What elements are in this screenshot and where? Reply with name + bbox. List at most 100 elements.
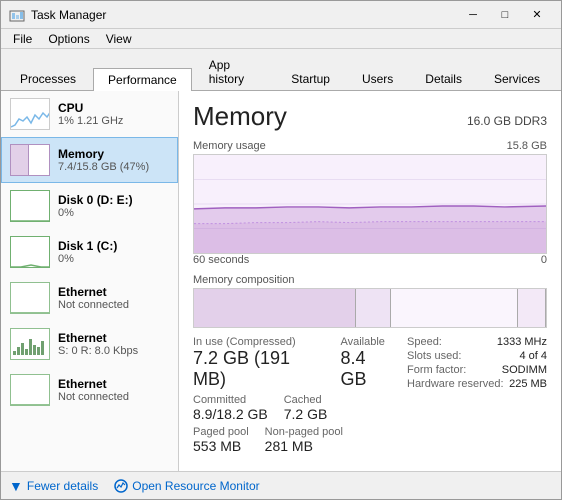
eth-bar <box>41 341 44 355</box>
ethernet2-info: Ethernet S: 0 R: 8.0 Kbps <box>58 331 169 357</box>
menu-file[interactable]: File <box>5 31 40 47</box>
sidebar-item-ethernet2[interactable]: Ethernet S: 0 R: 8.0 Kbps <box>1 321 178 367</box>
stats-area: In use (Compressed) 7.2 GB (191 MB) Avai… <box>193 336 547 454</box>
tab-users[interactable]: Users <box>347 67 408 90</box>
memory-info: Memory 7.4/15.8 GB (47%) <box>58 147 169 173</box>
non-paged-pool-value: 281 MB <box>265 438 343 454</box>
ethernet3-sub: Not connected <box>58 391 169 403</box>
eth-bar <box>29 339 32 355</box>
hw-reserved-pair: Hardware reserved: 225 MB <box>407 378 547 390</box>
eth-bar <box>33 345 36 355</box>
disk0-thumbnail <box>10 190 50 222</box>
cpu-label: CPU <box>58 101 169 115</box>
eth-bar <box>17 347 20 355</box>
cpu-thumbnail <box>10 98 50 130</box>
chart-label-row: Memory usage 15.8 GB <box>193 140 547 152</box>
panel-title: Memory <box>193 101 287 132</box>
usage-max: 15.8 GB <box>507 140 547 152</box>
eth-bar <box>21 343 24 355</box>
in-use-value: 7.2 GB (191 MB) <box>193 348 324 390</box>
window-title: Task Manager <box>31 8 457 22</box>
sidebar-item-disk1[interactable]: Disk 1 (C:) 0% <box>1 229 178 275</box>
window-controls: ─ □ ✕ <box>457 5 553 25</box>
sidebar-item-ethernet1[interactable]: Ethernet Not connected <box>1 275 178 321</box>
sidebar: CPU 1% 1.21 GHz Memory 7.4/15.8 GB (47%) <box>1 91 179 471</box>
tab-details[interactable]: Details <box>410 67 477 90</box>
composition-inner <box>194 289 546 327</box>
form-value: SODIMM <box>502 364 547 376</box>
speed-value: 1333 MHz <box>497 336 547 348</box>
committed-cached-row: Committed 8.9/18.2 GB Cached 7.2 GB <box>193 394 395 422</box>
resource-monitor-icon <box>114 479 128 493</box>
disk1-sub: 0% <box>58 253 169 265</box>
committed-value: 8.9/18.2 GB <box>193 406 268 422</box>
available-label: Available <box>340 336 395 348</box>
comp-seg-hardware <box>518 289 546 327</box>
form-label: Form factor: <box>407 364 466 376</box>
usage-time-right: 0 <box>541 254 547 266</box>
comp-seg-free <box>391 289 518 327</box>
cpu-info: CPU 1% 1.21 GHz <box>58 101 169 127</box>
composition-chart-section: Memory composition <box>193 274 547 328</box>
usage-label: Memory usage <box>193 140 266 152</box>
chart-time-row: 60 seconds 0 <box>193 254 547 266</box>
bottom-bar: ▼ Fewer details Open Resource Monitor <box>1 471 561 499</box>
fewer-details-link[interactable]: ▼ Fewer details <box>9 478 98 494</box>
disk1-info: Disk 1 (C:) 0% <box>58 239 169 265</box>
right-panel: Memory 16.0 GB DDR3 Memory usage 15.8 GB <box>179 91 561 471</box>
menu-options[interactable]: Options <box>40 31 97 47</box>
memory-fill <box>11 145 29 175</box>
tab-performance[interactable]: Performance <box>93 68 192 91</box>
slots-value: 4 of 4 <box>519 350 547 362</box>
sidebar-item-disk0[interactable]: Disk 0 (D: E:) 0% <box>1 183 178 229</box>
speed-label: Speed: <box>407 336 442 348</box>
paged-pool-value: 553 MB <box>193 438 249 454</box>
usage-time: 60 seconds <box>193 254 249 266</box>
sidebar-item-ethernet3[interactable]: Ethernet Not connected <box>1 367 178 413</box>
tab-processes[interactable]: Processes <box>5 67 91 90</box>
ethernet1-label: Ethernet <box>58 285 169 299</box>
ethernet2-label: Ethernet <box>58 331 169 345</box>
paged-pool-block: Paged pool 553 MB <box>193 426 249 454</box>
stats-left: In use (Compressed) 7.2 GB (191 MB) Avai… <box>193 336 395 454</box>
composition-label: Memory composition <box>193 274 294 286</box>
comp-seg-in-use <box>194 289 356 327</box>
memory-thumbnail <box>10 144 50 176</box>
memory-usage-chart <box>193 154 547 254</box>
tab-services[interactable]: Services <box>479 67 555 90</box>
paged-pool-label: Paged pool <box>193 426 249 438</box>
sidebar-item-cpu[interactable]: CPU 1% 1.21 GHz <box>1 91 178 137</box>
menu-bar: File Options View <box>1 29 561 49</box>
disk1-label: Disk 1 (C:) <box>58 239 169 253</box>
minimize-button[interactable]: ─ <box>457 5 489 25</box>
ethernet1-info: Ethernet Not connected <box>58 285 169 311</box>
tab-startup[interactable]: Startup <box>276 67 345 90</box>
task-manager-window: Task Manager ─ □ ✕ File Options View Pro… <box>0 0 562 500</box>
ethernet3-info: Ethernet Not connected <box>58 377 169 403</box>
menu-view[interactable]: View <box>98 31 140 47</box>
open-resource-monitor-link[interactable]: Open Resource Monitor <box>114 479 259 493</box>
title-bar: Task Manager ─ □ ✕ <box>1 1 561 29</box>
memory-usage-svg <box>194 155 546 253</box>
in-use-block: In use (Compressed) 7.2 GB (191 MB) <box>193 336 324 390</box>
disk1-thumbnail <box>10 236 50 268</box>
cached-label: Cached <box>284 394 328 406</box>
eth-bar <box>37 347 40 355</box>
sidebar-item-memory[interactable]: Memory 7.4/15.8 GB (47%) <box>1 137 178 183</box>
main-content: CPU 1% 1.21 GHz Memory 7.4/15.8 GB (47%) <box>1 91 561 471</box>
tab-app-history[interactable]: App history <box>194 53 275 90</box>
slots-pair: Slots used: 4 of 4 <box>407 350 547 362</box>
usage-chart-section: Memory usage 15.8 GB <box>193 140 547 266</box>
speed-pair: Speed: 1333 MHz <box>407 336 547 348</box>
panel-header: Memory 16.0 GB DDR3 <box>193 101 547 132</box>
fewer-details-label: Fewer details <box>27 479 98 493</box>
memory-label: Memory <box>58 147 169 161</box>
form-pair: Form factor: SODIMM <box>407 364 547 376</box>
stats-right: Speed: 1333 MHz Slots used: 4 of 4 Form … <box>407 336 547 454</box>
maximize-button[interactable]: □ <box>489 5 521 25</box>
close-button[interactable]: ✕ <box>521 5 553 25</box>
comp-seg-standby <box>356 289 391 327</box>
eth-bar <box>13 351 16 355</box>
panel-spec: 16.0 GB DDR3 <box>467 114 547 128</box>
committed-block: Committed 8.9/18.2 GB <box>193 394 268 422</box>
